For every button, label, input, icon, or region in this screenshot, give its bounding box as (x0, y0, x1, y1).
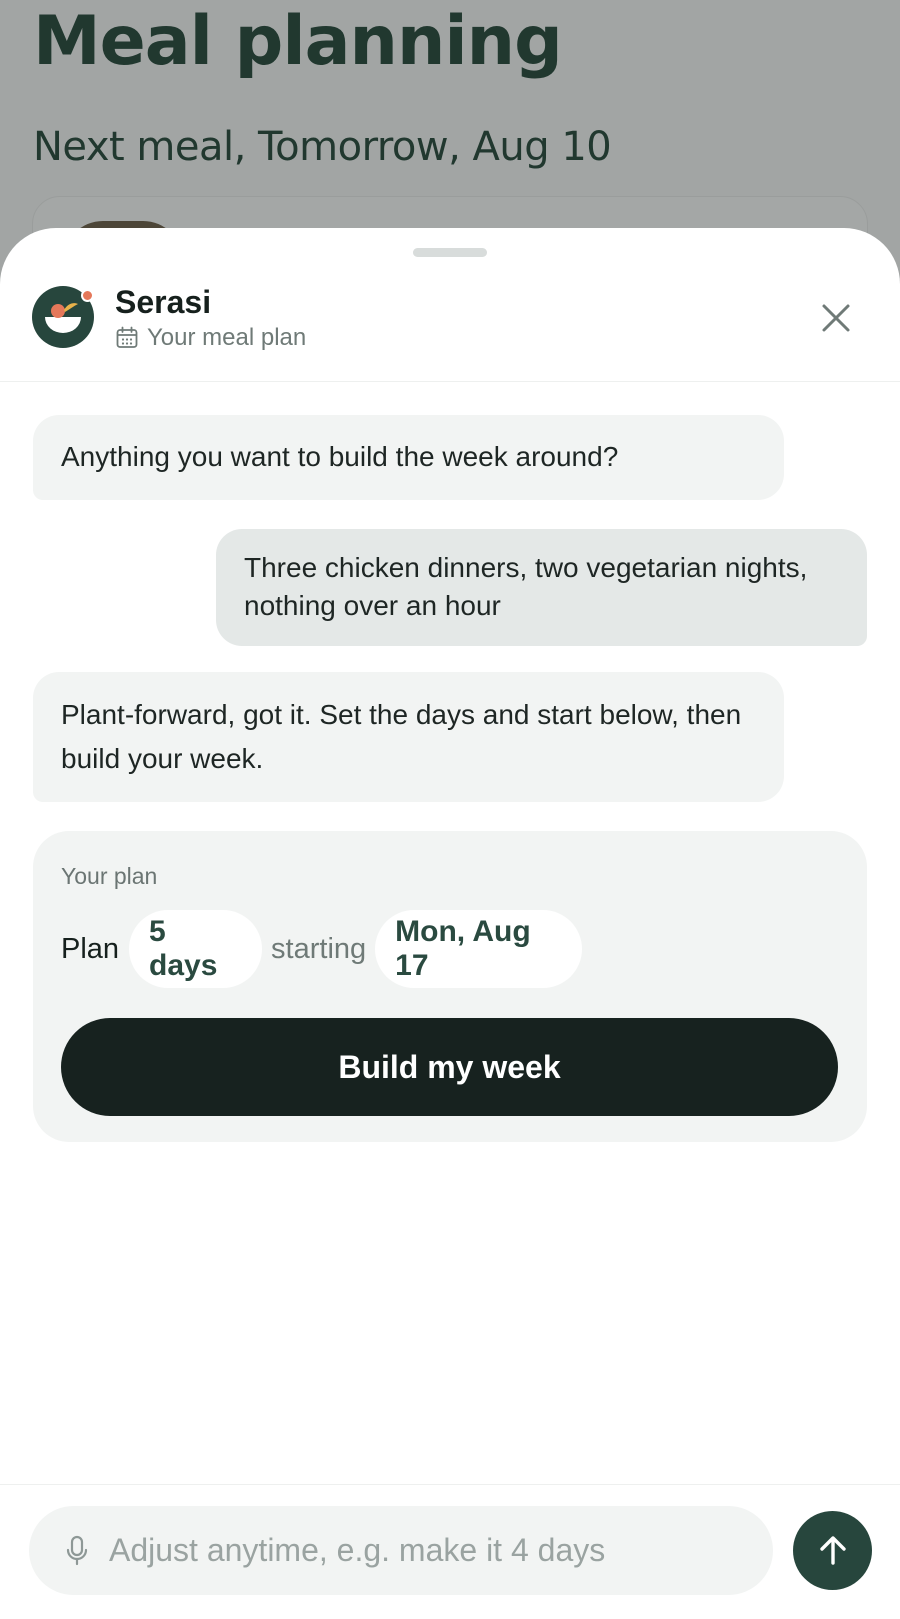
screen: Meal planning Next meal, Tomorrow, Aug 1… (0, 0, 900, 1619)
assistant-context: Your meal plan (115, 324, 306, 352)
arrow-up-icon (819, 1535, 846, 1565)
page-title: Meal planning (33, 2, 563, 81)
assistant-sheet: Serasi Your meal plan Anything you want … (0, 228, 900, 1619)
starting-word: starting (271, 932, 367, 965)
sheet-drag-handle[interactable] (413, 248, 487, 257)
composer (0, 1484, 900, 1619)
close-icon (822, 304, 850, 332)
message-input[interactable] (109, 1532, 729, 1569)
plan-card-label: Your plan (61, 863, 158, 889)
background-page: Meal planning Next meal, Tomorrow, Aug 1… (0, 0, 900, 316)
message-input-container[interactable] (29, 1506, 773, 1595)
build-my-week-button[interactable]: Build my week (61, 1018, 838, 1116)
plan-word: Plan (61, 932, 120, 965)
sheet-header: Serasi Your meal plan (0, 268, 900, 382)
close-button[interactable] (814, 296, 858, 340)
status-dot (81, 289, 94, 302)
user-message: Three chicken dinners, two vegetarian ni… (216, 529, 867, 646)
assistant-message: Plant-forward, got it. Set the days and … (33, 672, 784, 802)
plan-settings-row: Plan 5 days starting Mon, Aug 17 (61, 910, 583, 988)
assistant-context-label: Your meal plan (147, 324, 307, 351)
assistant-name: Serasi (115, 284, 212, 320)
assistant-avatar (32, 286, 94, 348)
assistant-message: Anything you want to build the week arou… (33, 415, 784, 500)
start-date-selector[interactable]: Mon, Aug 17 (375, 910, 583, 988)
send-button[interactable] (793, 1511, 872, 1590)
next-meal-heading: Next meal, Tomorrow, Aug 10 (33, 124, 612, 170)
calendar-icon (116, 326, 138, 348)
microphone-icon[interactable] (65, 1535, 89, 1567)
plan-card: Your plan Plan 5 days starting Mon, Aug … (33, 831, 867, 1142)
days-selector[interactable]: 5 days (129, 910, 263, 988)
